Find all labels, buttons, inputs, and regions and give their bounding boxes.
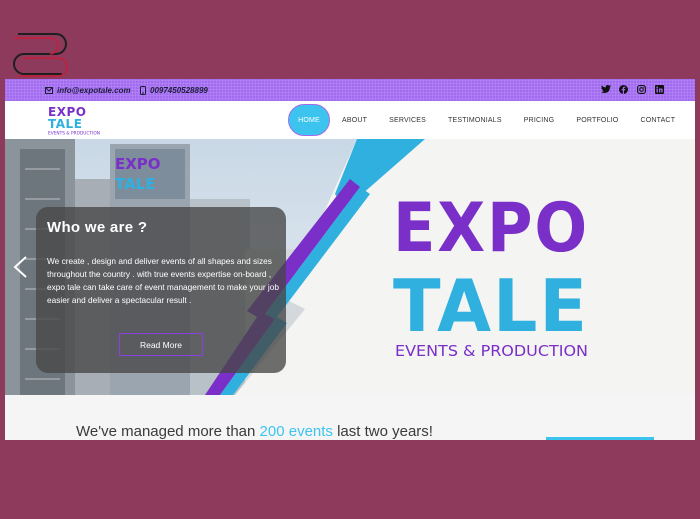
- svg-text:EXPO: EXPO: [115, 155, 161, 173]
- phone-icon: [140, 86, 146, 95]
- nav-about[interactable]: ABOUT: [342, 117, 367, 124]
- hero-slider: EXPO TALE EXPO TALE EVENTS & PRODUCTION …: [5, 139, 695, 395]
- headline-post: last two years!: [337, 423, 433, 440]
- main-navbar: EXPO TALE EVENTS & PRODUCTION HOME ABOUT…: [5, 101, 695, 139]
- nav-menu: HOME ABOUT SERVICES TESTIMONIALS PRICING…: [288, 104, 695, 136]
- stats-headline: We've managed more than 200 events last …: [76, 423, 433, 440]
- nav-services[interactable]: SERVICES: [389, 117, 426, 124]
- top-bar: info@expotale.com 0097450528899: [5, 79, 695, 101]
- website-frame: info@expotale.com 0097450528899 EXPO TAL…: [5, 79, 695, 440]
- corner-logo-icon: [13, 33, 68, 77]
- svg-text:EVENTS & PRODUCTION: EVENTS & PRODUCTION: [48, 131, 100, 137]
- social-links: [600, 84, 665, 95]
- svg-text:TALE: TALE: [393, 264, 589, 348]
- linkedin-icon[interactable]: [654, 84, 665, 95]
- phone-contact[interactable]: 0097450528899: [140, 86, 208, 95]
- nav-pricing[interactable]: PRICING: [524, 117, 555, 124]
- phone-text: 0097450528899: [150, 86, 208, 95]
- cta-button-partial[interactable]: [546, 437, 654, 440]
- slider-prev-arrow-icon[interactable]: [11, 255, 31, 279]
- read-more-button[interactable]: Read More: [119, 333, 203, 356]
- svg-text:EXPO: EXPO: [393, 189, 589, 268]
- facebook-icon[interactable]: [618, 84, 629, 95]
- mail-icon: [45, 87, 53, 94]
- stats-band: We've managed more than 200 events last …: [5, 395, 695, 440]
- nav-portfolio[interactable]: PORTFOLIO: [576, 117, 618, 124]
- nav-home[interactable]: HOME: [288, 104, 330, 136]
- expotale-logo[interactable]: EXPO TALE EVENTS & PRODUCTION: [47, 104, 107, 136]
- instagram-icon[interactable]: [636, 84, 647, 95]
- headline-pre: We've managed more than: [76, 423, 256, 440]
- headline-highlight: 200 events: [259, 423, 333, 440]
- svg-text:TALE: TALE: [115, 175, 155, 193]
- card-description: We create , design and deliver events of…: [47, 256, 279, 305]
- card-title: Who we are ?: [47, 219, 148, 236]
- twitter-icon[interactable]: [600, 84, 611, 95]
- nav-testimonials[interactable]: TESTIMONIALS: [448, 117, 502, 124]
- svg-text:EVENTS & PRODUCTION: EVENTS & PRODUCTION: [395, 342, 588, 360]
- email-contact[interactable]: info@expotale.com: [45, 86, 131, 95]
- svg-text:TALE: TALE: [48, 117, 82, 131]
- who-we-are-card: Who we are ? We create , design and deli…: [36, 207, 286, 373]
- email-text: info@expotale.com: [57, 86, 131, 95]
- nav-contact[interactable]: CONTACT: [640, 117, 675, 124]
